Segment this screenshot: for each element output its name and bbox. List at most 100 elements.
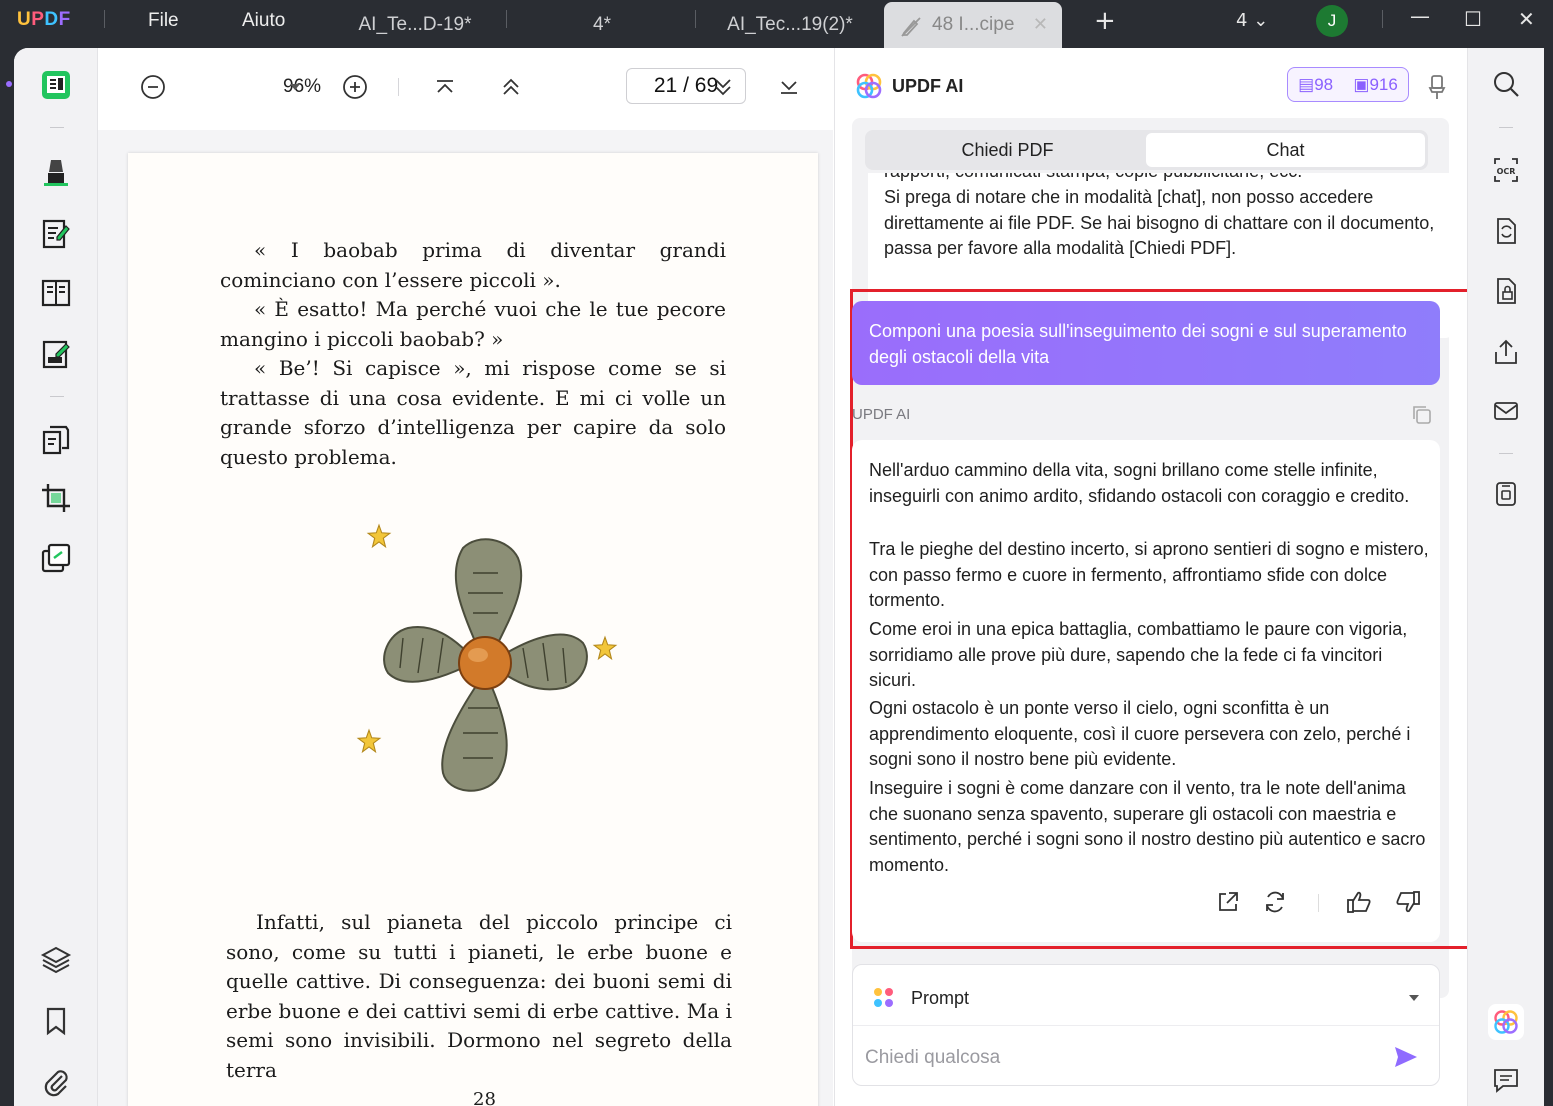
zoom-in-icon[interactable] xyxy=(340,72,370,102)
ai-sender-label: UPDF AI xyxy=(852,406,911,423)
baobab-planet-illustration xyxy=(383,538,588,792)
pdf-page-number: 28 xyxy=(473,1089,496,1106)
next-page-icon[interactable] xyxy=(710,72,736,102)
divider xyxy=(1382,10,1383,28)
crop-icon[interactable] xyxy=(38,480,74,516)
star-icon xyxy=(592,635,618,661)
save-icon[interactable] xyxy=(1490,478,1522,510)
prompt-composer: Prompt xyxy=(852,964,1440,1086)
divider xyxy=(1499,127,1513,128)
tab-ask-pdf[interactable]: Chiedi PDF xyxy=(868,133,1147,167)
menu-help[interactable]: Aiuto xyxy=(242,10,285,32)
divider xyxy=(853,1025,1439,1026)
divider xyxy=(398,78,399,96)
layers-icon[interactable] xyxy=(38,942,74,978)
divider xyxy=(1499,453,1513,454)
ai-mode-switch: Chiedi PDF Chat xyxy=(865,130,1428,170)
chevron-down-icon[interactable] xyxy=(1407,993,1421,1003)
email-icon[interactable] xyxy=(1490,395,1522,427)
tab-count[interactable]: 4 ⌄ xyxy=(1236,10,1268,31)
edit-text-icon[interactable] xyxy=(38,216,74,252)
tab-label: AI_Tec...19(2)* xyxy=(727,14,853,35)
chevron-down-icon: ⌄ xyxy=(1253,10,1269,31)
updf-ai-logo-icon xyxy=(856,73,882,99)
response-paragraph: Inseguire i sogni è come danzare con il … xyxy=(869,778,1426,875)
notification-dot xyxy=(6,81,12,87)
thumbs-down-icon[interactable] xyxy=(1395,890,1421,914)
ai-panel: UPDF AI ▤98 ▣916 rapporti, comunicati st… xyxy=(834,48,1473,1106)
divider xyxy=(50,127,64,128)
close-tab-icon[interactable]: ✕ xyxy=(1033,14,1048,35)
user-avatar[interactable]: J xyxy=(1316,5,1348,37)
tab-label: AI_Te...D-19* xyxy=(358,14,472,35)
ask-input[interactable] xyxy=(865,1041,1385,1075)
reader-mode-icon[interactable] xyxy=(38,67,74,103)
svg-text:OCR: OCR xyxy=(1497,167,1516,176)
tab-label: 4* xyxy=(593,14,611,35)
zoom-dropdown-icon[interactable] xyxy=(285,72,305,102)
left-toolbar xyxy=(14,48,98,1106)
thumbs-up-icon[interactable] xyxy=(1346,890,1372,914)
star-icon xyxy=(366,523,392,549)
divider xyxy=(506,10,507,28)
page-layout-icon[interactable] xyxy=(38,275,74,311)
tab-document-2[interactable]: 4* xyxy=(512,2,692,48)
highlighter-icon[interactable] xyxy=(38,154,74,190)
doc-credits: ▤98 xyxy=(1298,74,1334,94)
divider xyxy=(1318,894,1319,912)
divider xyxy=(695,10,696,28)
ai-credits-badge[interactable]: ▤98 ▣916 xyxy=(1287,67,1409,102)
response-paragraph: Nell'arduo cammino della vita, sogni bri… xyxy=(869,460,1410,506)
pdf-paragraph: « Be’! Si capisce », mi rispose come se … xyxy=(220,356,726,469)
response-paragraph: Ogni ostacolo è un ponte verso il cielo,… xyxy=(869,698,1411,769)
message-text: Si prega di notare che in modalità [chat… xyxy=(884,187,1435,258)
share-icon[interactable] xyxy=(1490,336,1522,368)
protect-pdf-icon[interactable] xyxy=(1490,275,1522,307)
pdf-page[interactable]: « I baobab prima di diventar grandi comi… xyxy=(128,153,818,1106)
tab-document-1[interactable]: AI_Te...D-19* xyxy=(330,2,500,48)
divider xyxy=(104,10,105,28)
comment-icon[interactable] xyxy=(1490,1064,1522,1096)
bookmark-icon[interactable] xyxy=(38,1003,74,1039)
ocr-icon[interactable]: OCR xyxy=(1490,154,1522,186)
minimize-icon[interactable]: — xyxy=(1410,4,1430,28)
response-paragraph: Tra le pieghe del destino incerto, si ap… xyxy=(869,539,1429,610)
send-icon[interactable] xyxy=(1393,1045,1419,1069)
copy-icon[interactable] xyxy=(1411,404,1433,426)
chat-credits: ▣916 xyxy=(1353,74,1398,94)
search-icon[interactable] xyxy=(1490,68,1522,100)
tab-chat[interactable]: Chat xyxy=(1146,133,1425,167)
export-icon[interactable] xyxy=(1216,890,1240,914)
previous-page-icon[interactable] xyxy=(498,72,524,102)
prompt-apps-icon xyxy=(874,988,893,1007)
first-page-icon[interactable] xyxy=(432,72,458,102)
updf-logo[interactable]: UPDF xyxy=(17,9,71,31)
prompt-selector[interactable]: Prompt xyxy=(911,988,969,1009)
updf-ai-icon[interactable] xyxy=(1488,1004,1524,1040)
last-page-icon[interactable] xyxy=(776,72,802,102)
menu-file[interactable]: File xyxy=(148,10,179,32)
tab-document-4-active[interactable]: 48 I...cipe ✕ xyxy=(884,2,1062,48)
fill-sign-icon[interactable] xyxy=(38,336,74,372)
maximize-icon[interactable]: ☐ xyxy=(1464,7,1482,31)
edit-off-icon xyxy=(901,17,921,37)
regenerate-icon[interactable] xyxy=(1263,890,1287,914)
pdf-toolbar: 96% 21 / 69 xyxy=(98,48,833,130)
convert-icon[interactable] xyxy=(38,540,74,576)
convert-pdf-icon[interactable] xyxy=(1490,215,1522,247)
divider xyxy=(50,396,64,397)
right-toolbar: OCR xyxy=(1467,48,1544,1106)
pdf-paragraph: Infatti, sul pianeta del piccolo princip… xyxy=(226,910,732,1082)
attachment-icon[interactable] xyxy=(38,1064,74,1100)
tab-label: 48 I...cipe xyxy=(932,14,1015,35)
pin-icon[interactable] xyxy=(1427,74,1447,100)
zoom-out-icon[interactable] xyxy=(138,72,168,102)
pdf-viewport[interactable]: « I baobab prima di diventar grandi comi… xyxy=(98,130,911,1106)
user-message: Componi una poesia sull'inseguimento dei… xyxy=(852,301,1440,385)
new-tab-icon[interactable]: + xyxy=(1094,6,1116,36)
organize-pages-icon[interactable] xyxy=(38,422,74,458)
close-window-icon[interactable]: ✕ xyxy=(1518,7,1535,31)
ai-panel-title: UPDF AI xyxy=(892,76,964,96)
pdf-paragraph: « I baobab prima di diventar grandi comi… xyxy=(220,238,726,292)
tab-document-3[interactable]: AI_Tec...19(2)* xyxy=(700,2,880,48)
